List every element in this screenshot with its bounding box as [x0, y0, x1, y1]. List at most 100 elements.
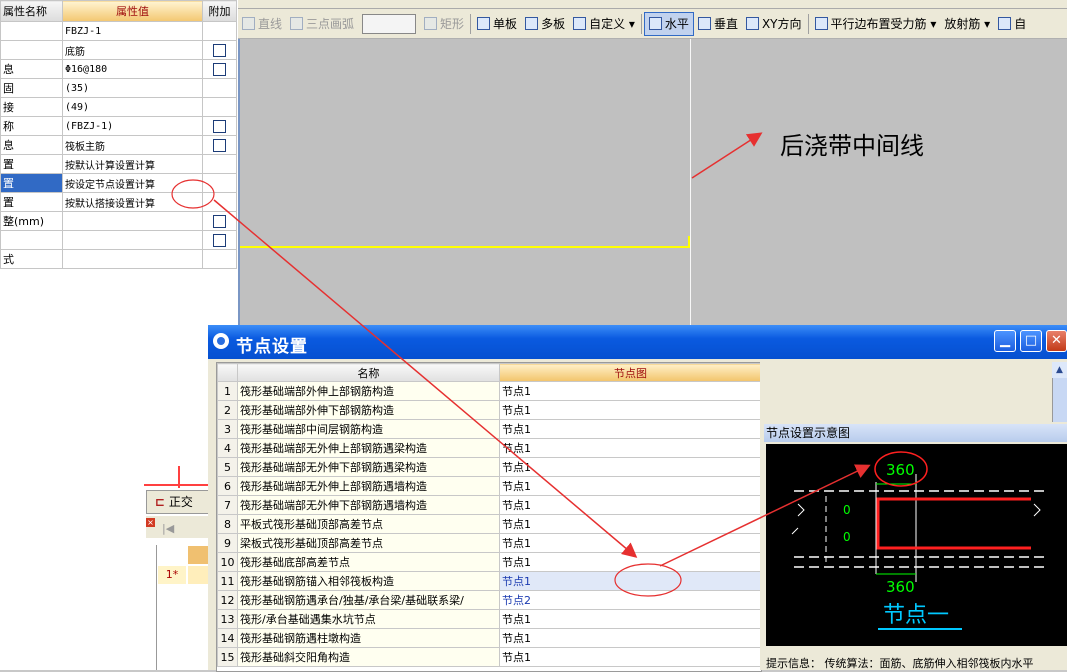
checkbox[interactable]: [213, 138, 226, 152]
property-value[interactable]: 筏板主筋: [62, 135, 203, 155]
node-row[interactable]: 10 筏形基础底部高差节点 节点1: [217, 552, 761, 572]
toolbar-button[interactable]: 垂直: [694, 13, 742, 35]
property-extra: [202, 211, 237, 231]
dialog-titlebar[interactable]: [208, 325, 1067, 359]
upper-toolbar-strip: [238, 0, 1067, 9]
property-value[interactable]: 按设定节点设置计算: [62, 173, 203, 193]
property-value[interactable]: (FBZJ-1): [62, 116, 203, 136]
node-row[interactable]: 11 筏形基础钢筋锚入相邻筏板构造 节点1: [217, 571, 761, 591]
property-row[interactable]: 固 (35): [0, 78, 237, 98]
node-row[interactable]: 3 筏形基础端部中间层钢筋构造 节点1: [217, 419, 761, 439]
property-row[interactable]: 置按默认计算设置计算: [0, 154, 237, 174]
node-name: 筏形基础底部高差节点: [237, 552, 500, 572]
toolbar-button[interactable]: 多板: [521, 13, 569, 35]
node-value[interactable]: 节点1: [499, 400, 761, 420]
close-icon[interactable]: ×: [146, 518, 155, 527]
property-row[interactable]: 息 Φ16@180: [0, 59, 237, 79]
node-row[interactable]: 2 筏形基础端部外伸下部钢筋构造 节点1: [217, 400, 761, 420]
col-header-value[interactable]: 属性值: [62, 0, 203, 22]
more-icon: [998, 17, 1012, 30]
property-value[interactable]: (49): [62, 97, 203, 117]
node-value[interactable]: 节点1: [499, 476, 761, 496]
toolbar-button[interactable]: 单板: [473, 13, 521, 35]
node-row[interactable]: 1 筏形基础端部外伸上部钢筋构造 节点1: [217, 381, 761, 401]
col-header-name[interactable]: 属性名称: [0, 0, 63, 22]
cad-canvas[interactable]: [240, 39, 1067, 329]
property-row[interactable]: 底筋: [0, 40, 237, 60]
node-value[interactable]: 节点1: [499, 381, 761, 401]
node-row[interactable]: 13 筏形/承台基础遇集水坑节点 节点1: [217, 609, 761, 629]
node-value[interactable]: 节点1: [499, 552, 761, 572]
node-row[interactable]: 9 梁板式筏形基础顶部高差节点 节点1: [217, 533, 761, 553]
node-value[interactable]: 节点1: [499, 647, 761, 667]
property-row[interactable]: 置按设定节点设置计算: [0, 173, 237, 193]
toolbar-label: 放射筋 ▾: [944, 17, 991, 31]
property-value[interactable]: FBZJ-1: [62, 21, 203, 41]
toolbar-button[interactable]: 平行边布置受力筋 ▾: [811, 13, 941, 35]
property-row[interactable]: 息筏板主筋: [0, 135, 237, 155]
node-row[interactable]: 4 筏形基础端部无外伸上部钢筋遇梁构造 节点1: [217, 438, 761, 458]
node-value[interactable]: 节点1: [499, 438, 761, 458]
grid-row-label[interactable]: 1*: [158, 566, 186, 584]
minimize-button[interactable]: ▁: [994, 330, 1016, 352]
property-value[interactable]: (35): [62, 78, 203, 98]
property-row[interactable]: 置按默认搭接设置计算: [0, 192, 237, 212]
node-row[interactable]: 12 筏形基础钢筋遇承台/独基/承台梁/基础联系梁/节点2: [217, 590, 761, 610]
toolbar-button[interactable]: XY方向: [742, 13, 806, 35]
col-header-extra[interactable]: 附加: [202, 0, 237, 22]
property-value[interactable]: [62, 249, 203, 269]
property-row[interactable]: 整(mm): [0, 211, 237, 231]
scroll-up-icon[interactable]: ▲: [1052, 362, 1067, 378]
property-row[interactable]: 式: [0, 249, 237, 269]
toolbar-button[interactable]: 放射筋 ▾: [940, 13, 994, 35]
maximize-button[interactable]: □: [1020, 330, 1042, 352]
node-grid: 名称 节点图 1 筏形基础端部外伸上部钢筋构造 节点1 2 筏形基础端部外伸下部钢筋构造…: [216, 362, 762, 672]
node-row[interactable]: 6 筏形基础端部无外伸上部钢筋遇墙构造 节点1: [217, 476, 761, 496]
toolbar-button[interactable]: 三点画弧: [286, 13, 358, 35]
node-value[interactable]: 节点2: [499, 590, 761, 610]
col-header-name[interactable]: 名称: [237, 363, 500, 382]
toolbar-button[interactable]: 直线: [238, 13, 286, 35]
checkbox[interactable]: [213, 214, 226, 228]
property-row[interactable]: [0, 230, 237, 250]
node-value[interactable]: 节点1: [499, 495, 761, 515]
close-button[interactable]: ✕: [1046, 330, 1067, 352]
node-value[interactable]: 节点1: [499, 628, 761, 648]
col-header-node[interactable]: 节点图: [499, 363, 761, 382]
property-value[interactable]: [62, 230, 203, 250]
checkbox[interactable]: [213, 62, 226, 76]
property-value[interactable]: 按默认搭接设置计算: [62, 192, 203, 212]
node-value[interactable]: 节点1: [499, 609, 761, 629]
toolbar-button[interactable]: 自: [994, 13, 1030, 35]
node-row[interactable]: 15 筏形基础斜交阳角构造 节点1: [217, 647, 761, 667]
property-value[interactable]: [62, 211, 203, 231]
property-value[interactable]: 底筋: [62, 40, 203, 60]
toolbar-label: 多板: [541, 17, 566, 31]
checkbox[interactable]: [213, 43, 226, 57]
node-value[interactable]: 节点1: [499, 533, 761, 553]
checkbox[interactable]: [213, 233, 226, 247]
property-row[interactable]: 称 (FBZJ-1): [0, 116, 237, 136]
property-row[interactable]: 接 (49): [0, 97, 237, 117]
grid-cell[interactable]: [188, 566, 210, 584]
node-row[interactable]: 14 筏形基础钢筋遇柱墩构造 节点1: [217, 628, 761, 648]
property-value[interactable]: 按默认计算设置计算: [62, 154, 203, 174]
toolbar-button[interactable]: 矩形: [420, 13, 468, 35]
node-row[interactable]: 8 平板式筏形基础顶部高差节点 节点1: [217, 514, 761, 534]
line-icon: [242, 17, 255, 30]
toolbar-button[interactable]: 水平: [643, 11, 694, 36]
node-row[interactable]: 7 筏形基础端部无外伸下部钢筋遇墙构造 节点1: [217, 495, 761, 515]
toolbar-combo[interactable]: [362, 13, 417, 34]
property-row[interactable]: FBZJ-1: [0, 21, 237, 41]
node-value[interactable]: 节点1: [499, 571, 761, 591]
property-name: [0, 40, 63, 60]
tab-orthogonal[interactable]: ⊏ 正交: [146, 490, 212, 514]
first-page-icon[interactable]: |◀: [162, 522, 174, 535]
property-value[interactable]: Φ16@180: [62, 59, 203, 79]
checkbox[interactable]: [213, 119, 226, 133]
node-value[interactable]: 节点1: [499, 419, 761, 439]
node-value[interactable]: 节点1: [499, 457, 761, 477]
node-row[interactable]: 5 筏形基础端部无外伸下部钢筋遇梁构造 节点1: [217, 457, 761, 477]
toolbar-button[interactable]: 自定义 ▾: [569, 13, 639, 35]
node-value[interactable]: 节点1: [499, 514, 761, 534]
